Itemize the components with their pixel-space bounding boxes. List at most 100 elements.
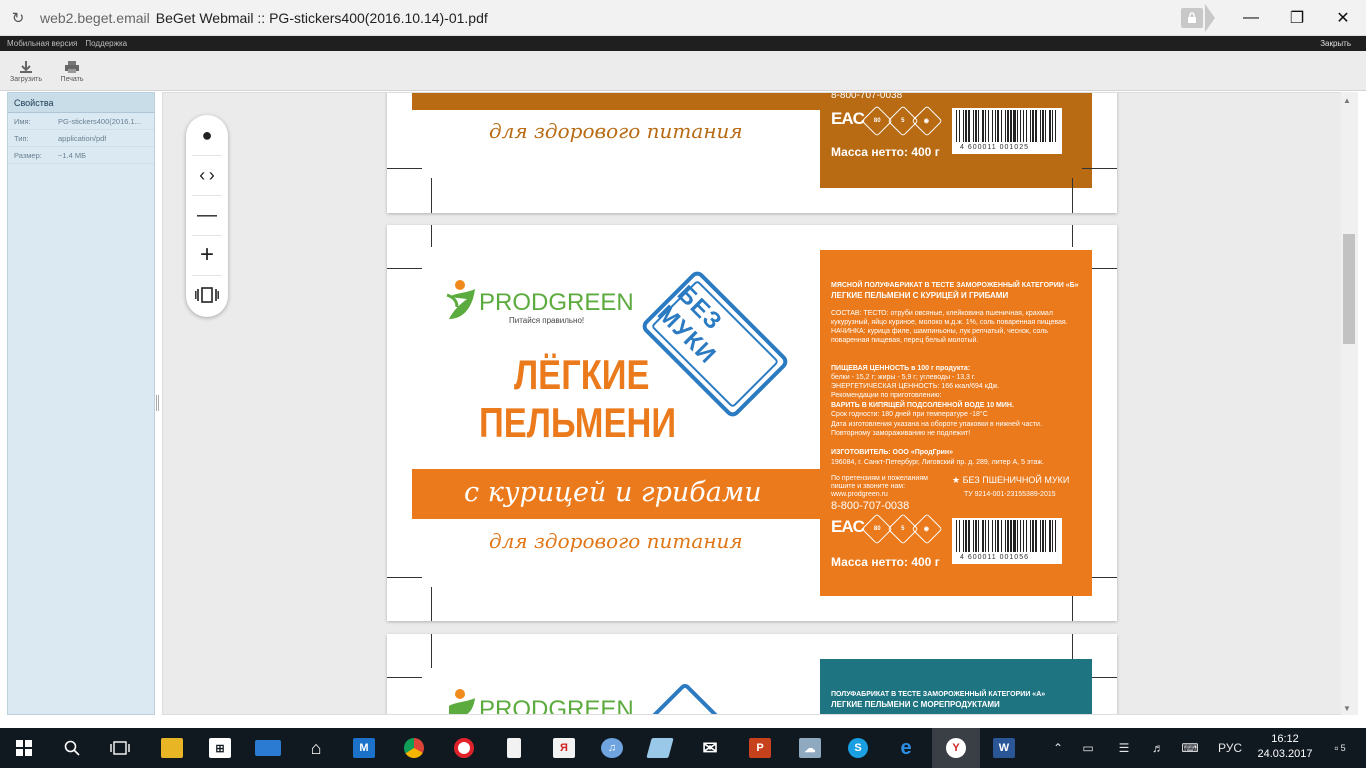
- taskbar-app-home[interactable]: ⌂: [292, 728, 340, 768]
- search-icon: [64, 740, 80, 756]
- support-link[interactable]: Поддержка: [85, 39, 127, 48]
- fit-width-icon: [195, 287, 219, 303]
- lock-icon[interactable]: [1181, 8, 1203, 28]
- taskbar-app-notes[interactable]: [636, 728, 684, 768]
- lock-tab-arrow: [1205, 4, 1215, 32]
- no-wheat-text: БЕЗ ПШЕНИЧНОЙ МУКИ: [962, 475, 1070, 485]
- barcode: 4 600011 001056: [952, 518, 1062, 564]
- webmail-top-bar: Мобильная версия Поддержка Закрыть: [0, 36, 1366, 51]
- taskbar-app-file[interactable]: [490, 728, 538, 768]
- taskbar-app-powerpoint[interactable]: P: [736, 728, 784, 768]
- label-category: ПОЛУФАБРИКАТ В ТЕСТЕ ЗАМОРОЖЕННЫЙ КАТЕГО…: [831, 691, 1046, 698]
- brand-prod: PROD: [479, 696, 549, 715]
- property-key: Тип:: [14, 133, 29, 143]
- brand-green: GREEN: [548, 696, 634, 715]
- property-key: Имя:: [14, 116, 31, 126]
- windows-taskbar: ⊞ ⌂ M Я ♫ ✉ P ☁ S e Y W ⌃ ▭ ☰ ♬ ⌨ РУС 16…: [0, 728, 1366, 768]
- label-energy: ЭНЕРГЕТИЧЕСКАЯ ЦЕННОСТЬ: 166 ккал/694 кД…: [831, 383, 1000, 390]
- taskbar-app-file-explorer[interactable]: [148, 728, 196, 768]
- taskbar-app-mail[interactable]: ✉: [686, 728, 734, 768]
- taskbar-app-chrome[interactable]: [390, 728, 438, 768]
- star-icon: ★: [952, 475, 961, 485]
- search-button[interactable]: [48, 728, 96, 768]
- property-value: application/pdf: [58, 133, 107, 143]
- keyboard-icon[interactable]: ⌨: [1178, 728, 1202, 768]
- windows-logo-icon: [16, 740, 32, 756]
- taskbar-app-store[interactable]: ⊞: [196, 728, 244, 768]
- flavor-band: [412, 93, 820, 110]
- crop-mark: [1072, 178, 1073, 213]
- pdf-page-1: для здорового питания 8-800-707-0038 EAC…: [387, 93, 1117, 213]
- download-button[interactable]: Загрузить: [6, 51, 46, 91]
- viewer-scrollbar[interactable]: [1341, 92, 1358, 715]
- taskbar-app-opera[interactable]: [440, 728, 488, 768]
- notification-center[interactable]: ▫ 5: [1320, 728, 1360, 768]
- taskbar-app-audio[interactable]: ♫: [588, 728, 636, 768]
- panel-splitter[interactable]: [156, 395, 159, 411]
- pdf-page-3: PRODGREEN ПОЛУФАБРИКАТ В ТЕСТЕ ЗАМОРОЖЕН…: [387, 634, 1117, 715]
- url-text[interactable]: web2.beget.email: [40, 10, 150, 26]
- fit-page-button[interactable]: ●: [186, 115, 228, 155]
- net-weight: Масса нетто: 400 г: [831, 145, 940, 159]
- zoom-out-button[interactable]: —: [186, 195, 228, 235]
- mobile-version-link[interactable]: Мобильная версия: [7, 39, 77, 48]
- product-name-line1: ЛЁГКИЕ: [514, 351, 650, 398]
- close-window-button[interactable]: ✕: [1320, 0, 1366, 36]
- close-viewer-link[interactable]: Закрыть: [1320, 39, 1351, 48]
- maximize-button[interactable]: ❐: [1274, 0, 1320, 36]
- battery-icon[interactable]: ▭: [1076, 728, 1100, 768]
- taskbar-app-yandex-browser[interactable]: Y: [932, 728, 980, 768]
- label-refreeze: Повторному замораживанию не подлежит!: [831, 430, 971, 437]
- yandex-icon: Я: [553, 738, 575, 758]
- task-view-icon: [110, 741, 130, 755]
- crop-mark: [431, 225, 432, 247]
- scrollbar-thumb[interactable]: [1343, 234, 1355, 344]
- flavor-band: с курицей и грибами: [412, 469, 822, 519]
- taskbar-app-skype[interactable]: S: [834, 728, 882, 768]
- pdf-viewer[interactable]: для здорового питания 8-800-707-0038 EAC…: [162, 92, 1358, 715]
- reload-icon[interactable]: ↻: [0, 0, 36, 36]
- crop-mark: [431, 587, 432, 621]
- label-panel: 8-800-707-0038 EAC 80 5 ◉ Масса нетто: 4…: [820, 93, 1092, 188]
- notes-icon: [646, 738, 674, 758]
- language-indicator[interactable]: РУС: [1212, 728, 1248, 768]
- label-maker: ИЗГОТОВИТЕЛЬ: ООО «ПродГрин»: [831, 449, 954, 456]
- minimize-button[interactable]: —: [1228, 0, 1274, 36]
- label-panel: ПОЛУФАБРИКАТ В ТЕСТЕ ЗАМОРОЖЕННЫЙ КАТЕГО…: [820, 659, 1092, 714]
- clock[interactable]: 16:12 24.03.2017: [1255, 732, 1315, 762]
- fit-width-button[interactable]: [186, 275, 228, 315]
- taskbar-app-photos[interactable]: ☁: [786, 728, 834, 768]
- property-value: ~1.4 МБ: [58, 150, 87, 160]
- printer-icon: [65, 60, 79, 73]
- powerpoint-icon: P: [749, 738, 771, 758]
- people-icon[interactable]: ⌃: [1046, 728, 1070, 768]
- scroll-down-icon[interactable]: ▼: [1343, 704, 1351, 713]
- taskbar-app-yandex-disk[interactable]: Я: [540, 728, 588, 768]
- taskbar-app-lenovo[interactable]: [244, 728, 292, 768]
- crop-mark: [387, 577, 422, 578]
- pdf-page-2: PRODGREEN Питайся правильно! БЕЗ МУКИ ЛЁ…: [387, 225, 1117, 621]
- taskbar-app-word[interactable]: W: [980, 728, 1028, 768]
- property-row: Размер: ~1.4 МБ: [8, 147, 154, 164]
- label-product-name: ЛЕГКИЕ ПЕЛЬМЕНИ С КУРИЦЕЙ И ГРИБАМИ: [831, 291, 1009, 300]
- brand-name: PRODGREEN: [479, 696, 634, 715]
- task-view-button[interactable]: [96, 728, 144, 768]
- scroll-up-icon[interactable]: ▲: [1343, 96, 1351, 105]
- wifi-icon[interactable]: ☰: [1112, 728, 1136, 768]
- taskbar-app-edge[interactable]: e: [882, 728, 930, 768]
- eac-mark: EAC: [831, 517, 865, 536]
- crop-mark: [1072, 225, 1073, 247]
- properties-panel: Свойства Имя: PG-stickers400(2016.1... Т…: [7, 92, 155, 715]
- notification-icon: ▫: [1334, 741, 1339, 755]
- chevron-left-right-icon: ‹ ›: [199, 164, 215, 185]
- volume-icon[interactable]: ♬: [1146, 728, 1170, 768]
- folder-icon: [161, 738, 183, 758]
- page-nav-button[interactable]: ‹ ›: [186, 155, 228, 195]
- print-button[interactable]: Печать: [52, 51, 92, 91]
- crop-mark: [387, 268, 422, 269]
- page-title: BeGet Webmail :: PG-stickers400(2016.10.…: [155, 9, 488, 26]
- download-label: Загрузить: [10, 75, 42, 83]
- taskbar-app-maxthon[interactable]: M: [340, 728, 388, 768]
- zoom-in-button[interactable]: +: [186, 235, 228, 275]
- start-button[interactable]: [0, 728, 48, 768]
